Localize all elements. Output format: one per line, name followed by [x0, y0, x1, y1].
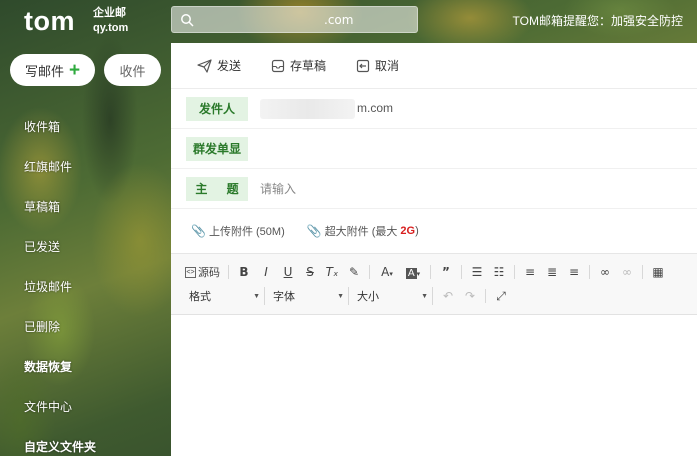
search-icon [181, 13, 194, 27]
redo-icon[interactable]: ↷ [459, 289, 481, 303]
source-code-button[interactable]: <> 源码 [185, 264, 220, 280]
chevron-down-icon: ▼ [421, 292, 428, 300]
send-button[interactable]: 发送 [197, 57, 241, 74]
sender-label[interactable]: 发件人 [186, 96, 248, 121]
receive-button[interactable]: 收件 [104, 54, 161, 86]
size-select-label: 大小 [357, 291, 379, 303]
sidebar-item-deleted[interactable]: 已删除 [0, 306, 170, 346]
compose-toolbar: 发送 存草稿 取消 [171, 43, 697, 89]
font-select[interactable]: 字体 ▼ [269, 287, 349, 305]
format-painter-icon[interactable]: ✎ [343, 265, 365, 279]
compose-panel: 发送 存草稿 取消 发件人 m.com 群发单显 主 题 请输入 📎 上传附件 … [171, 43, 697, 456]
editor-toolbar-row-1: <> 源码 B I U S Tₓ ✎ A▾ A ▾ ” ☰ ☷ ≡ ≣ ≡ ∞ ∞ [185, 260, 697, 284]
divider [461, 265, 462, 279]
cancel-button-label: 取消 [375, 59, 400, 73]
logo-subtitle-line1: 企业邮 [93, 7, 126, 19]
compose-button[interactable]: 写邮件 + [10, 54, 95, 86]
save-draft-button-label: 存草稿 [290, 59, 327, 73]
subject-row: 主 题 请输入 [171, 169, 697, 209]
cancel-button[interactable]: 取消 [356, 57, 399, 74]
divider [228, 265, 229, 279]
sidebar-item-sent[interactable]: 已发送 [0, 226, 170, 266]
undo-icon[interactable]: ↶ [437, 289, 459, 303]
divider [369, 265, 370, 279]
divider [642, 265, 643, 279]
sidebar-item-spam[interactable]: 垃圾邮件 [0, 266, 170, 306]
sidebar-nav: 收件箱 红旗邮件 草稿箱 已发送 垃圾邮件 已删除 数据恢复 文件中心 自定义文… [0, 106, 170, 456]
sidebar-item-inbox[interactable]: 收件箱 [0, 106, 170, 146]
draft-icon [271, 59, 285, 72]
underline-icon[interactable]: U [277, 265, 299, 279]
sender-field[interactable]: m.com [260, 98, 393, 119]
italic-icon[interactable]: I [255, 265, 277, 279]
unlink-icon[interactable]: ∞ [616, 265, 638, 279]
sender-row: 发件人 m.com [171, 89, 697, 129]
upload-attachment-button[interactable]: 📎 上传附件 (50M) [191, 223, 285, 239]
strikethrough-icon[interactable]: S [299, 265, 321, 279]
compose-button-label: 写邮件 [24, 63, 64, 79]
sidebar-item-flagged[interactable]: 红旗邮件 [0, 146, 170, 186]
background-color-icon[interactable]: A ▾ [400, 265, 426, 279]
save-draft-button[interactable]: 存草稿 [271, 57, 326, 74]
sidebar-item-data-recovery[interactable]: 数据恢复 [0, 346, 170, 386]
link-icon[interactable]: ∞ [594, 265, 616, 279]
editor-body[interactable] [171, 315, 697, 435]
numbered-list-icon[interactable]: ☷ [488, 265, 510, 279]
font-select-label: 字体 [273, 291, 295, 303]
bold-icon[interactable]: B [233, 265, 255, 279]
align-right-icon[interactable]: ≡ [563, 265, 585, 279]
cancel-icon [356, 59, 370, 72]
large-attachment-size: 2G [400, 225, 416, 237]
editor-toolbar: <> 源码 B I U S Tₓ ✎ A▾ A ▾ ” ☰ ☷ ≡ ≣ ≡ ∞ ∞ [171, 253, 697, 315]
divider [589, 265, 590, 279]
subject-label: 主 题 [186, 176, 248, 201]
search-input[interactable]: .com [171, 6, 418, 33]
sidebar-item-drafts[interactable]: 草稿箱 [0, 186, 170, 226]
large-attachment-label: 超大附件 (最大 [324, 226, 398, 238]
clear-format-icon[interactable]: Tₓ [321, 265, 343, 279]
group-send-label[interactable]: 群发单显 [186, 136, 248, 161]
subject-input[interactable]: 请输入 [260, 180, 296, 197]
large-attachment-button[interactable]: 📎 超大附件 (最大 2G) [307, 223, 419, 239]
sender-redaction [260, 98, 355, 119]
font-color-icon[interactable]: A▾ [374, 265, 400, 279]
tom-logo: tom [24, 6, 75, 36]
align-center-icon[interactable]: ≣ [541, 265, 563, 279]
sender-value: m.com [357, 100, 393, 115]
sidebar-item-file-center[interactable]: 文件中心 [0, 386, 170, 426]
quote-icon[interactable]: ” [435, 265, 457, 279]
group-send-row: 群发单显 [171, 129, 697, 169]
format-select[interactable]: 格式 ▼ [185, 287, 265, 305]
search-value: .com [324, 12, 354, 27]
source-code-label: 源码 [198, 267, 220, 279]
attachments-bar: 📎 上传附件 (50M) 📎 超大附件 (最大 2G) [171, 209, 697, 253]
paperclip-icon: 📎 [191, 224, 206, 238]
align-left-icon[interactable]: ≡ [519, 265, 541, 279]
table-icon[interactable]: ▦ [647, 265, 669, 279]
source-icon: <> [185, 266, 196, 278]
sidebar-item-custom-folders[interactable]: 自定义文件夹 [0, 426, 170, 456]
security-notice: TOM邮箱提醒您：加强安全防控 [512, 14, 683, 28]
logo-subtitle: 企业邮 qy.tom [93, 6, 128, 36]
size-select[interactable]: 大小 ▼ [353, 287, 433, 305]
plus-icon: + [68, 59, 81, 81]
large-attachment-suffix: ) [415, 225, 419, 237]
divider [514, 265, 515, 279]
divider [430, 265, 431, 279]
chevron-down-icon: ▼ [253, 292, 260, 300]
send-icon [197, 58, 212, 73]
fullscreen-icon[interactable]: ⤢ [490, 289, 512, 304]
receive-button-label: 收件 [119, 63, 146, 79]
logo-subtitle-line2: qy.tom [93, 22, 129, 34]
chevron-down-icon: ▼ [337, 292, 344, 300]
paperclip-icon: 📎 [306, 224, 322, 238]
editor-toolbar-row-2: 格式 ▼ 字体 ▼ 大小 ▼ ↶ ↷ ⤢ [185, 284, 697, 308]
divider [485, 289, 486, 303]
format-select-label: 格式 [189, 291, 211, 303]
upload-attachment-label: 上传附件 (50M) [208, 226, 285, 238]
bulleted-list-icon[interactable]: ☰ [466, 265, 488, 279]
send-button-label: 发送 [217, 59, 242, 73]
